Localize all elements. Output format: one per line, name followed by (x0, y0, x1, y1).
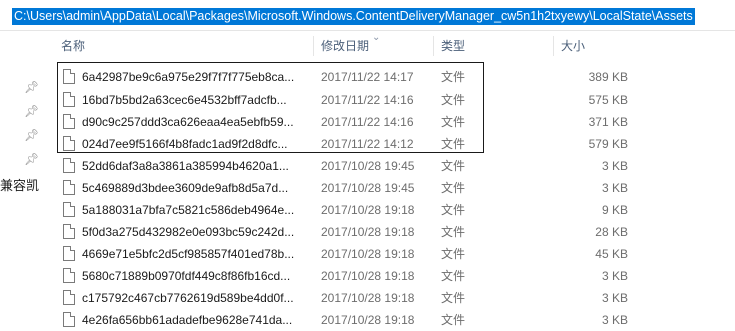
file-name: 4669e71e5bfc2d5cf985857f401ed78b... (82, 247, 295, 261)
file-modified-date: 2017/10/28 19:45 (321, 159, 415, 173)
file-name: 5680c71889b0970fdf449c8f86fb16cd... (82, 269, 291, 283)
column-name-header[interactable]: 名称 (61, 34, 85, 58)
file-name: 5c469889d3bdee3609de9afb8d5a7d... (82, 181, 289, 195)
file-icon (63, 69, 75, 84)
file-modified-date: 2017/10/28 19:18 (321, 313, 415, 327)
file-icon (63, 202, 75, 217)
file-modified-date: 2017/10/28 19:45 (321, 181, 415, 195)
address-path-selected[interactable]: C:\Users\admin\AppData\Local\Packages\Mi… (12, 8, 695, 25)
file-row[interactable]: 16bd7b5bd2a63cec6e4532bff7adcfb... 2017/1… (58, 89, 735, 111)
column-header: 名称 ⌄ 修改日期 类型 大小 (0, 32, 735, 58)
column-divider[interactable] (553, 36, 554, 56)
file-modified-date: 2017/10/28 19:18 (321, 269, 415, 283)
file-size: 9 KB (601, 203, 628, 217)
file-modified-date: 2017/10/28 19:18 (321, 291, 415, 305)
file-icon (63, 268, 75, 283)
file-modified-date: 2017/10/28 19:18 (321, 247, 415, 261)
file-size: 3 KB (601, 159, 628, 173)
address-bar[interactable]: C:\Users\admin\AppData\Local\Packages\Mi… (0, 0, 735, 31)
file-type: 文件 (441, 159, 466, 173)
file-icon (63, 312, 75, 327)
file-type: 文件 (441, 70, 466, 84)
file-modified-date: 2017/11/22 14:16 (321, 115, 414, 129)
file-type: 文件 (441, 93, 466, 107)
file-icon (63, 114, 75, 129)
file-size: 575 KB (588, 93, 628, 107)
pin-icon[interactable]: 📌︎ (24, 80, 39, 94)
file-row[interactable]: 024d7ee9f5166f4b8fadc1ad9f2d8dfc... 2017/… (58, 133, 735, 155)
file-type: 文件 (441, 313, 466, 327)
file-row[interactable]: 52dd6daf3a8a3861a385994b4620a1... 2017/10… (58, 155, 735, 177)
file-name: 6a42987be9c6a975e29f7f7f775eb8ca... (82, 70, 295, 84)
file-name: 5f0d3a275d432982e0e093bc59c242d... (82, 225, 295, 239)
file-row[interactable]: c175792c467cb7762619d589be4dd0f... 2017/1… (58, 287, 735, 309)
file-icon (63, 158, 75, 173)
file-row[interactable]: 4e26fa656bb61adadefbe9628e741da... 2017/1… (58, 309, 735, 331)
file-modified-date: 2017/10/28 19:18 (321, 203, 415, 217)
pin-icon[interactable]: 📌︎ (24, 104, 39, 118)
navigation-pane: 📌︎ 📌︎ 📌︎ 📌︎ 兼容凯 (0, 58, 50, 314)
file-icon (63, 180, 75, 195)
file-size: 579 KB (588, 137, 628, 151)
file-size: 28 KB (595, 225, 628, 239)
file-row[interactable]: 6a42987be9c6a975e29f7f7f775eb8ca... 2017/… (58, 66, 735, 88)
file-type: 文件 (441, 269, 466, 283)
file-type: 文件 (441, 203, 466, 217)
file-size: 3 KB (601, 291, 628, 305)
file-name: 52dd6daf3a8a3861a385994b4620a1... (82, 159, 289, 173)
file-modified-date: 2017/10/28 19:18 (321, 225, 415, 239)
column-date-header[interactable]: 修改日期 (321, 34, 369, 58)
file-type: 文件 (441, 247, 466, 261)
file-name: c175792c467cb7762619d589be4dd0f... (82, 291, 294, 305)
file-name: 024d7ee9f5166f4b8fadc1ad9f2d8dfc... (82, 137, 288, 151)
pin-icon[interactable]: 📌︎ (24, 152, 39, 166)
file-icon (63, 224, 75, 239)
file-row[interactable]: 5a188031a7bfa7c5821c586deb4964e... 2017/1… (58, 199, 735, 221)
nav-item-label[interactable]: 兼容凯 (0, 175, 39, 194)
file-size: 3 KB (601, 181, 628, 195)
file-icon (63, 92, 75, 107)
file-name: 4e26fa656bb61adadefbe9628e741da... (82, 313, 293, 327)
file-name: d90c9c257ddd3ca626eaa4ea5ebfb59... (82, 115, 294, 129)
column-type-header[interactable]: 类型 (441, 34, 465, 58)
file-modified-date: 2017/11/22 14:17 (321, 70, 414, 84)
file-name: 16bd7b5bd2a63cec6e4532bff7adcfb... (82, 93, 287, 107)
file-type: 文件 (441, 225, 466, 239)
file-type: 文件 (441, 137, 466, 151)
file-size: 3 KB (601, 269, 628, 283)
file-row[interactable]: d90c9c257ddd3ca626eaa4ea5ebfb59... 2017/1… (58, 111, 735, 133)
column-divider[interactable] (313, 36, 314, 56)
file-row[interactable]: 4669e71e5bfc2d5cf985857f401ed78b... 2017/… (58, 243, 735, 265)
file-icon (63, 136, 75, 151)
file-type: 文件 (441, 115, 466, 129)
file-size: 45 KB (595, 247, 628, 261)
file-type: 文件 (441, 181, 466, 195)
file-name: 5a188031a7bfa7c5821c586deb4964e... (82, 203, 295, 217)
chevron-down-icon: ⌄ (372, 32, 381, 43)
pin-icon[interactable]: 📌︎ (24, 128, 39, 142)
file-icon (63, 246, 75, 261)
file-size: 3 KB (601, 313, 628, 327)
file-modified-date: 2017/11/22 14:12 (321, 137, 414, 151)
file-icon (63, 290, 75, 305)
file-modified-date: 2017/11/22 14:16 (321, 93, 414, 107)
file-size: 371 KB (588, 115, 628, 129)
column-size-header[interactable]: 大小 (561, 34, 585, 58)
file-size: 389 KB (588, 70, 628, 84)
file-type: 文件 (441, 291, 466, 305)
file-row[interactable]: 5c469889d3bdee3609de9afb8d5a7d... 2017/10… (58, 177, 735, 199)
file-row[interactable]: 5f0d3a275d432982e0e093bc59c242d... 2017/1… (58, 221, 735, 243)
column-divider[interactable] (433, 36, 434, 56)
file-row[interactable]: 5680c71889b0970fdf449c8f86fb16cd... 2017/… (58, 265, 735, 287)
